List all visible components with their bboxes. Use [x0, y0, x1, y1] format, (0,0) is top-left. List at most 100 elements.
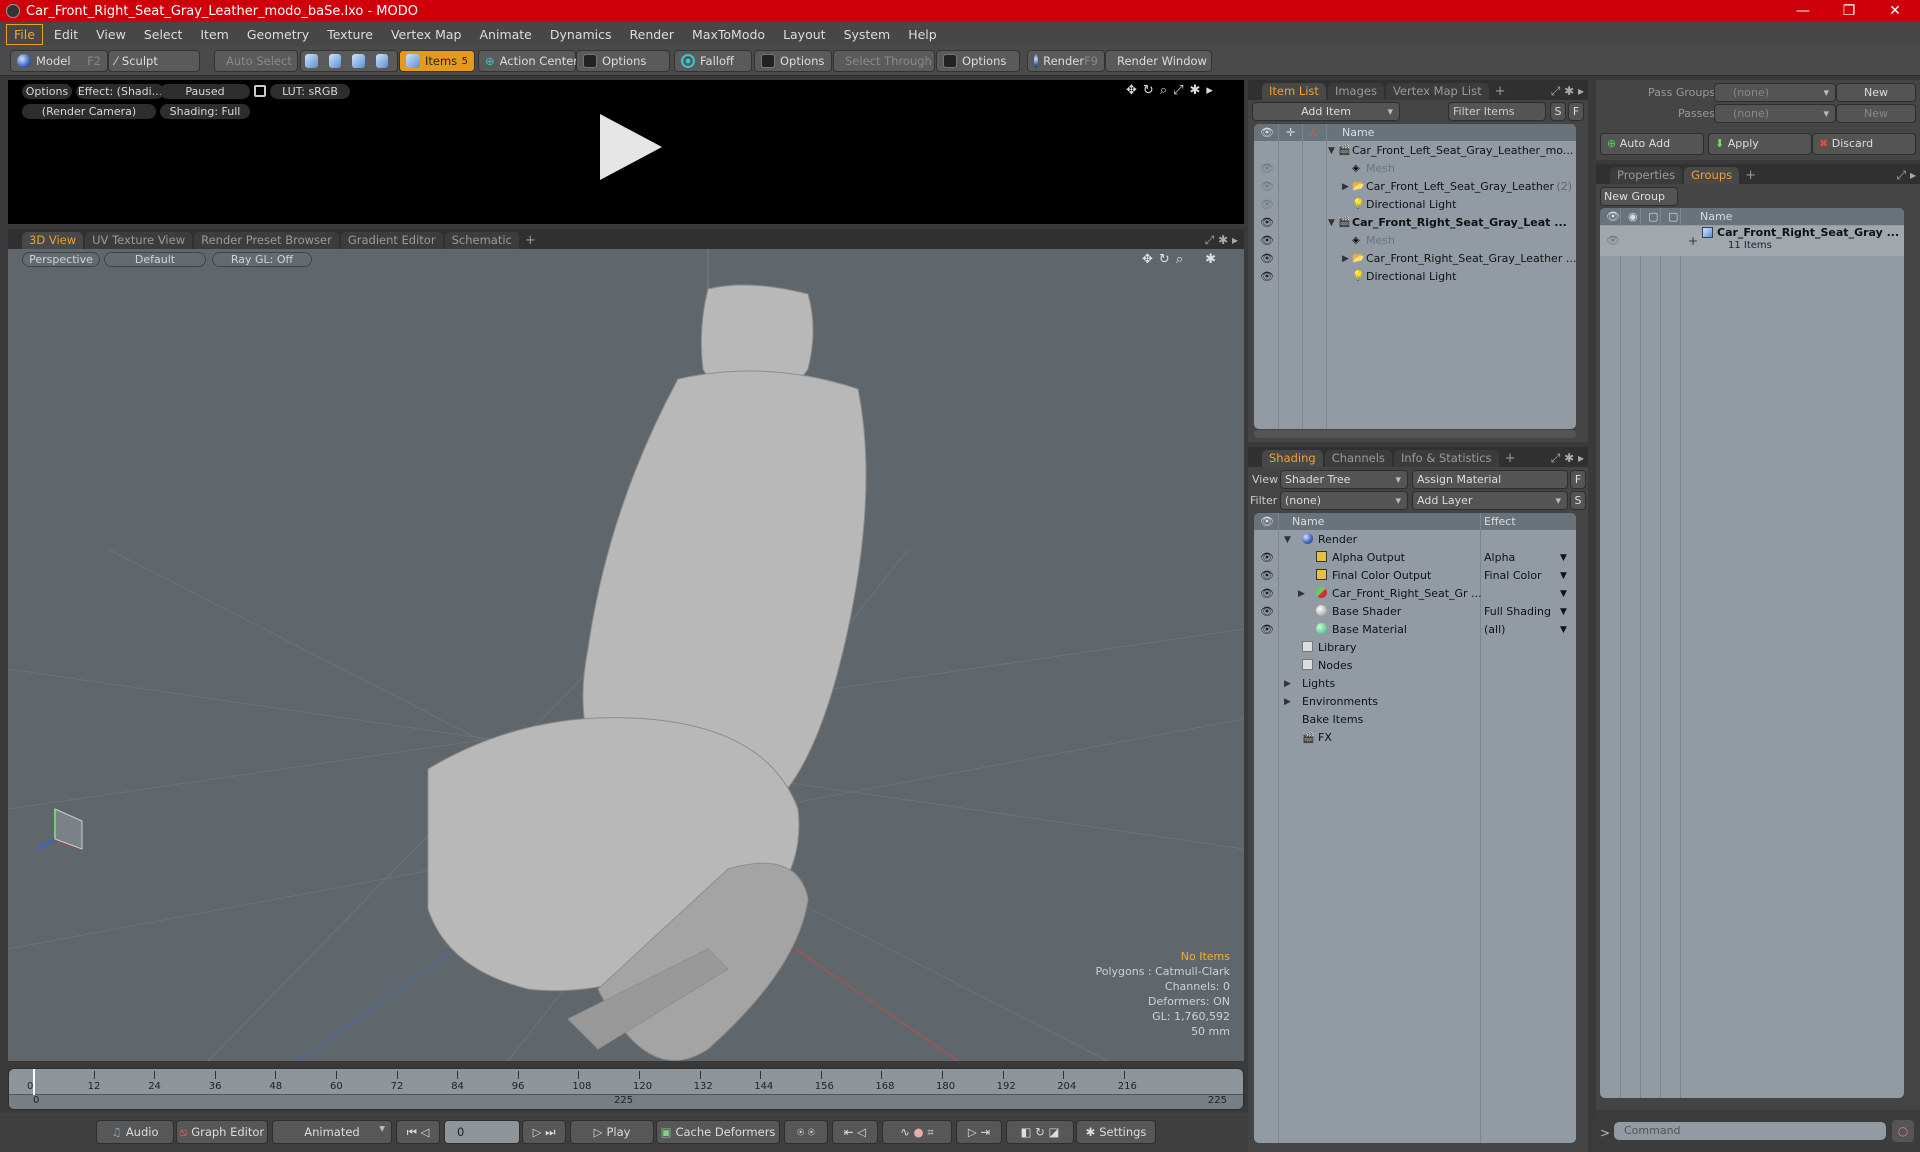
shader-tree-row[interactable]: ▶ Lights — [1254, 675, 1576, 693]
menu-view[interactable]: View — [89, 25, 133, 44]
menu-edit[interactable]: Edit — [47, 25, 85, 44]
visibility-eye-icon[interactable]: 👁 — [1260, 178, 1274, 196]
expand-icon[interactable]: ⤢ — [1173, 83, 1183, 98]
key-up-icon[interactable]: ⍟ — [797, 1125, 804, 1140]
menu-animate[interactable]: Animate — [473, 25, 539, 44]
expand-arrow-icon[interactable]: ▶ — [1284, 693, 1291, 711]
tab-info-statistics[interactable]: Info & Statistics — [1393, 450, 1499, 467]
shader-tree-row[interactable]: 👁 Alpha Output Alpha ▼ — [1254, 549, 1576, 567]
apply-button[interactable]: ⬇ Apply — [1708, 133, 1812, 155]
key-options-icon[interactable]: ⌗ — [927, 1125, 933, 1140]
s-button[interactable]: S — [1550, 102, 1566, 121]
shader-tree-row[interactable]: Library — [1254, 639, 1576, 657]
menu-geometry[interactable]: Geometry — [240, 25, 316, 44]
tab-groups[interactable]: Groups — [1684, 167, 1740, 184]
panel-controls[interactable]: ⤢ ✱ ▸ — [1551, 450, 1588, 467]
shader-tree-row[interactable]: 👁 Base Material (all) ▼ — [1254, 621, 1576, 639]
falloff-options-button[interactable]: Options — [754, 50, 832, 72]
skip-start-icon[interactable]: ⏮ — [407, 1125, 417, 1140]
new-group-button[interactable]: New Group — [1600, 187, 1678, 206]
shader-tree-row[interactable]: 🎬 FX — [1254, 729, 1576, 747]
first-key-icon[interactable]: ⇤ — [844, 1125, 854, 1139]
effect-value[interactable]: Alpha — [1484, 549, 1515, 567]
visibility-eye-icon[interactable]: 👁 — [1260, 214, 1274, 232]
shader-tree-row[interactable]: 👁 ▶ Car_Front_Right_Seat_Gr ... ▼ — [1254, 585, 1576, 603]
group-row[interactable]: 👁 + Car_Front_Right_Seat_Gray ... 11 Ite… — [1600, 226, 1904, 256]
item-list-row[interactable]: 👁 ▼ 🎬 Car_Front_Right_Seat_Gray_Leat ... — [1254, 214, 1576, 232]
effect-dropdown-arrow-icon[interactable]: ▼ — [1560, 621, 1567, 639]
item-list-row[interactable]: 👁 ▶ 📂 Car_Front_Left_Seat_Gray_Leather (2) — [1254, 178, 1576, 196]
move-icon[interactable]: ✥ — [1126, 83, 1137, 98]
visibility-eye-icon[interactable]: 👁 — [1260, 250, 1274, 268]
new-pass-group-button[interactable]: New — [1836, 83, 1916, 102]
tab-schematic[interactable]: Schematic — [444, 232, 519, 249]
timeline[interactable]: 0 12 24 36 48 60 72 84 96 108 120 132 144 156 168 180 19… — [8, 1068, 1244, 1110]
collapse-arrow-icon[interactable]: ▼ — [1328, 214, 1335, 232]
model-mode-button[interactable]: Model F2 — [10, 50, 108, 72]
item-list-row[interactable]: 👁 💡 Directional Light — [1254, 268, 1576, 286]
render-window-button[interactable]: Render Window — [1105, 50, 1212, 72]
s-button[interactable]: S — [1570, 491, 1586, 510]
record-macro-icon[interactable]: ○ — [1892, 1120, 1914, 1142]
filter-items-input[interactable]: Filter Items — [1448, 102, 1546, 121]
add-item-dropdown[interactable]: Add Item — [1252, 102, 1400, 121]
menu-select[interactable]: Select — [137, 25, 190, 44]
menu-texture[interactable]: Texture — [320, 25, 380, 44]
visibility-eye-icon[interactable]: 👁 — [1260, 268, 1274, 286]
tab-channels[interactable]: Channels — [1324, 450, 1392, 467]
animated-dropdown[interactable]: Animated — [272, 1120, 392, 1144]
action-center-options-button[interactable]: Options — [576, 50, 670, 72]
paused-toggle[interactable]: Paused — [160, 84, 250, 99]
graph-editor-button[interactable]: ⧅ Graph Editor — [176, 1120, 268, 1144]
tab-item-list[interactable]: Item List — [1262, 83, 1326, 100]
effect-dropdown[interactable]: Effect: (Shadi... — [76, 84, 164, 99]
lock-icon[interactable] — [254, 85, 266, 97]
shader-tree-row[interactable]: 👁 Final Color Output Final Color ▼ — [1254, 567, 1576, 585]
menu-vertex-map[interactable]: Vertex Map — [384, 25, 469, 44]
restore-icon[interactable]: ❐ — [1826, 0, 1872, 22]
tab-properties[interactable]: Properties — [1610, 167, 1683, 184]
last-key-icon[interactable]: ⇥ — [980, 1125, 990, 1139]
action-center-button[interactable]: ⊕ Action Center — [478, 50, 578, 72]
panel-controls[interactable]: ⤢ ✱ ▸ — [1551, 83, 1588, 100]
visibility-eye-icon[interactable]: 👁 — [1260, 621, 1274, 639]
menu-system[interactable]: System — [837, 25, 898, 44]
f-button[interactable]: F — [1568, 102, 1584, 121]
passes-dropdown[interactable]: (none) — [1714, 104, 1836, 123]
effect-value[interactable]: (all) — [1484, 621, 1505, 639]
falloff-button[interactable]: Falloff — [674, 50, 752, 72]
refresh-icon[interactable]: ↻ — [1143, 83, 1154, 98]
add-tab-icon[interactable]: + — [1491, 83, 1510, 100]
vertices-mode-icon[interactable] — [305, 54, 318, 68]
settings-button[interactable]: ✱ Settings — [1076, 1120, 1156, 1144]
skip-end-icon[interactable]: ⏭ — [545, 1125, 555, 1140]
filter-dropdown[interactable]: (none) — [1280, 491, 1408, 510]
audio-button[interactable]: ♫ Audio — [96, 1120, 174, 1144]
key-tool-3-icon[interactable]: ◪ — [1048, 1125, 1059, 1139]
prev-next-key-group[interactable]: ⇤ ◁ — [832, 1120, 878, 1144]
items-mode-button[interactable]: Items 5 — [399, 50, 475, 72]
prev-key-icon[interactable]: ◁ — [857, 1125, 866, 1139]
panel-controls[interactable]: ⤢ ▸ — [1897, 167, 1920, 184]
menu-layout[interactable]: Layout — [776, 25, 833, 44]
3d-viewport[interactable]: Perspective Default Ray GL: Off ✥ ↻ ⌕ ✱ No … — [8, 249, 1244, 1061]
next-key-icon[interactable]: ▷ — [968, 1125, 977, 1139]
menu-render[interactable]: Render — [623, 25, 682, 44]
record-icon[interactable]: ● — [914, 1125, 924, 1139]
add-tab-icon[interactable]: + — [1501, 450, 1520, 467]
new-pass-button[interactable]: New — [1836, 104, 1916, 123]
minimize-icon[interactable]: — — [1780, 0, 1826, 22]
key-up-down-group[interactable]: ⍟ ⍟ — [784, 1120, 828, 1144]
tab-uv-texture-view[interactable]: UV Texture View — [85, 232, 193, 249]
effect-value[interactable]: Full Shading — [1484, 603, 1551, 621]
add-tab-icon[interactable]: + — [521, 232, 540, 249]
zoom-icon[interactable]: ⌕ — [1160, 83, 1167, 98]
next-key-icon[interactable]: ▷ — [533, 1125, 542, 1139]
effect-dropdown-arrow-icon[interactable]: ▼ — [1560, 603, 1567, 621]
f-button[interactable]: F — [1570, 470, 1586, 489]
play-icon[interactable] — [600, 114, 662, 180]
last-key-group[interactable]: ▷ ⇥ — [956, 1120, 1002, 1144]
loop-icon[interactable]: ↻ — [1035, 1125, 1045, 1139]
expand-arrow-icon[interactable]: ▶ — [1298, 585, 1305, 603]
collapse-arrow-icon[interactable]: ▼ — [1328, 142, 1335, 160]
